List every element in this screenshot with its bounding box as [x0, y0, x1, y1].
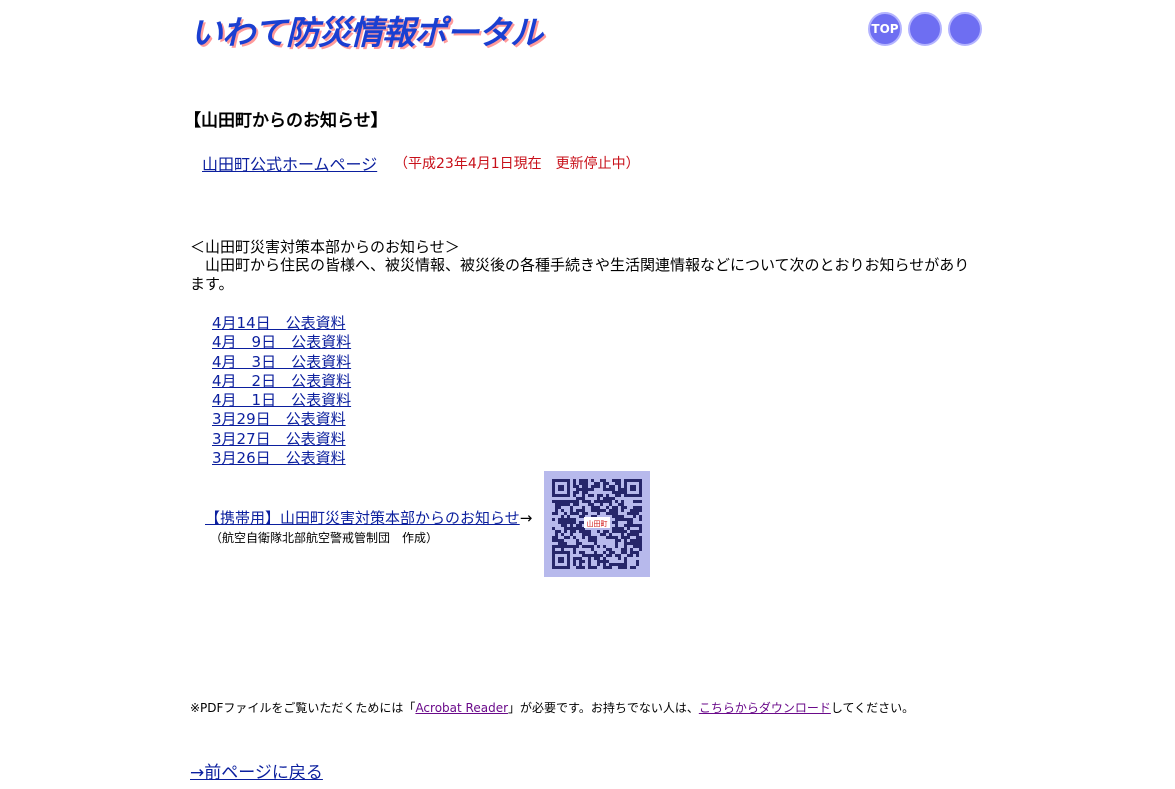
document-link[interactable]: 3月27日 公表資料: [212, 430, 346, 448]
nav-circle-button-2[interactable]: [908, 12, 942, 46]
homepage-status-note: （平成23年4月1日現在 更新停止中）: [394, 156, 640, 172]
list-item: 3月26日 公表資料: [212, 449, 351, 468]
acrobat-reader-link[interactable]: Acrobat Reader: [415, 701, 508, 715]
document-link[interactable]: 4月 3日 公表資料: [212, 353, 351, 371]
document-link[interactable]: 4月 9日 公表資料: [212, 333, 351, 351]
page-title: 【山田町からのお知らせ】: [184, 111, 388, 131]
list-item: 4月 9日 公表資料: [212, 333, 351, 352]
mobile-credit: （航空自衛隊北部航空警戒管制団 作成）: [210, 531, 439, 545]
qr-code: 山田町: [544, 471, 650, 577]
document-link[interactable]: 4月14日 公表資料: [212, 314, 346, 332]
mobile-notice-link[interactable]: 【携帯用】山田町災害対策本部からのお知らせ: [205, 509, 520, 527]
list-item: 4月 1日 公表資料: [212, 391, 351, 410]
list-item: 3月29日 公表資料: [212, 410, 351, 429]
download-link[interactable]: こちらからダウンロード: [699, 701, 831, 715]
qr-code-icon: 山田町: [544, 471, 650, 577]
list-item: 4月14日 公表資料: [212, 314, 351, 333]
mobile-notice: 【携帯用】山田町災害対策本部からのお知らせ→: [205, 507, 532, 528]
pdf-notice: ※PDFファイルをご覧いただくためには「Acrobat Reader」が必要です…: [190, 699, 914, 716]
official-homepage-link[interactable]: 山田町公式ホームページ: [202, 151, 377, 175]
list-item: 3月27日 公表資料: [212, 430, 351, 449]
pdf-notice-middle: 」が必要です。お持ちでない人は、: [508, 701, 699, 715]
section-heading: ＜山田町災害対策本部からのお知らせ＞: [190, 238, 460, 256]
svg-text:山田町: 山田町: [587, 519, 608, 528]
pdf-notice-suffix: してください。: [830, 701, 915, 715]
list-item: 4月 2日 公表資料: [212, 372, 351, 391]
nav-top-button[interactable]: TOP: [868, 12, 902, 46]
document-link[interactable]: 3月29日 公表資料: [212, 410, 346, 428]
document-list: 4月14日 公表資料 4月 9日 公表資料 4月 3日 公表資料 4月 2日 公…: [212, 314, 351, 468]
document-link[interactable]: 3月26日 公表資料: [212, 449, 346, 467]
back-link[interactable]: →前ページに戻る: [190, 758, 323, 783]
site-logo[interactable]: いわて防災情報ポータル: [190, 6, 543, 54]
pdf-notice-prefix: ※PDFファイルをご覧いただくためには「: [190, 701, 416, 715]
arrow-right-icon: →: [519, 509, 533, 527]
document-link[interactable]: 4月 2日 公表資料: [212, 372, 351, 390]
document-link[interactable]: 4月 1日 公表資料: [212, 391, 351, 409]
intro-text: 山田町から住民の皆様へ、被災情報、被災後の各種手続きや生活関連情報などについて次…: [190, 256, 970, 293]
list-item: 4月 3日 公表資料: [212, 353, 351, 372]
nav-circle-button-3[interactable]: [948, 12, 982, 46]
